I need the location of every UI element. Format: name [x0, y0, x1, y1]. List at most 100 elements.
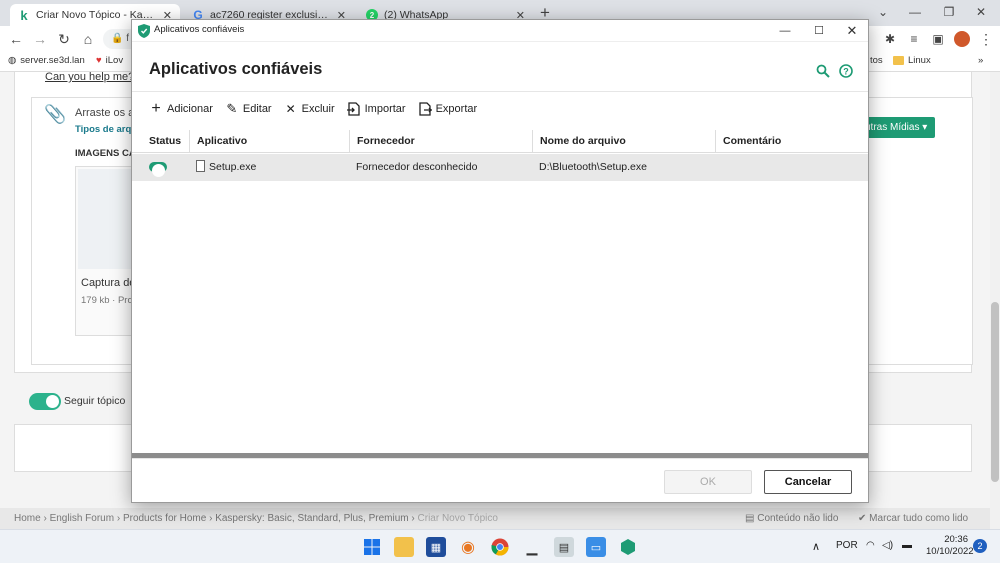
drop-hint: Arraste os a: [75, 107, 135, 119]
unread-icon: ▤: [745, 513, 755, 524]
address-bar[interactable]: 🔒 f: [103, 29, 133, 49]
dialog-minimize-button[interactable]: —: [768, 20, 802, 42]
import-button[interactable]: Importar: [346, 102, 406, 116]
breadcrumb-item[interactable]: English Forum: [50, 513, 114, 524]
reload-icon[interactable]: ↻: [54, 29, 74, 49]
check-icon: ✔: [858, 513, 867, 524]
add-button[interactable]: + Adicionar: [149, 100, 213, 117]
cancel-button[interactable]: Cancelar: [764, 470, 852, 494]
wifi-icon[interactable]: ◠: [866, 540, 875, 551]
shield-icon: [138, 24, 150, 38]
scrollbar-thumb[interactable]: [991, 302, 999, 482]
dialog-footer: OK Cancelar: [132, 458, 868, 503]
paperclip-icon: 📎: [44, 104, 67, 124]
bookmark-item[interactable]: Linux: [893, 55, 931, 66]
remote-desktop-icon[interactable]: ▭: [586, 537, 606, 557]
breadcrumb-item[interactable]: Products for Home: [123, 513, 206, 524]
bookmark-label: iLov: [105, 55, 124, 66]
export-button[interactable]: Exportar: [418, 102, 478, 116]
bookmark-label: Linux: [908, 55, 931, 66]
column-header-application[interactable]: Aplicativo: [189, 130, 349, 153]
taskbar: ▦ ◉ ▁ ▤ ▭ ∧ POR ◠ ◁) ▬ 20:36 10/10/2022 …: [0, 529, 1000, 563]
pencil-icon: ✎: [226, 101, 238, 116]
dialog-header: Aplicativos confiáveis ?: [132, 42, 868, 92]
side-panel-icon[interactable]: ▣: [928, 29, 948, 49]
edit-button[interactable]: ✎ Editar: [225, 101, 271, 116]
windows-start-icon[interactable]: [362, 537, 382, 557]
chrome-icon[interactable]: [490, 537, 510, 557]
kaspersky-k-icon: k: [20, 7, 28, 23]
search-icon[interactable]: [816, 64, 830, 78]
add-label: Adicionar: [167, 103, 213, 115]
home-icon[interactable]: ⌂: [78, 29, 98, 49]
application-cell: Setup.exe: [196, 154, 256, 181]
images-label: IMAGENS CAI: [75, 148, 139, 159]
bookmark-item[interactable]: ♥ iLov: [96, 55, 123, 66]
avatar[interactable]: [952, 29, 972, 52]
trusted-apps-dialog: Aplicativos confiáveis — ☐ ✕ Aplicativos…: [131, 19, 869, 503]
unread-label: Conteúdo não lido: [757, 513, 839, 524]
settings-app-icon[interactable]: ▤: [554, 537, 574, 557]
input-language[interactable]: POR: [836, 540, 858, 551]
forward-arrow-icon[interactable]: →: [30, 29, 50, 49]
table-header: Status Aplicativo Fornecedor Nome do arq…: [132, 130, 868, 153]
window-close-button[interactable]: ✕: [966, 2, 996, 22]
volume-icon[interactable]: ◁): [882, 540, 893, 551]
status-toggle[interactable]: [149, 159, 167, 177]
column-header-status[interactable]: Status: [132, 130, 189, 153]
tray-chevron-icon[interactable]: ∧: [812, 540, 820, 553]
notification-badge[interactable]: 2: [973, 539, 987, 553]
dialog-close-button[interactable]: ✕: [835, 20, 869, 42]
battery-icon[interactable]: ▬: [902, 540, 912, 551]
attachment-thumbnail[interactable]: Captura de 179 kb · Pro: [75, 166, 135, 336]
dialog-toolbar: + Adicionar ✎ Editar ✕ Excluir Importar …: [132, 92, 868, 126]
folder-icon: [893, 56, 904, 65]
clock-time: 20:36: [944, 534, 968, 545]
back-arrow-icon[interactable]: ←: [6, 29, 26, 49]
import-icon: [346, 102, 360, 116]
svg-text:?: ?: [843, 67, 849, 77]
column-header-comment[interactable]: Comentário: [715, 130, 868, 153]
clock-date: 10/10/2022: [926, 546, 974, 557]
follow-topic-label: Seguir tópico: [64, 395, 126, 407]
minimize-button[interactable]: —: [900, 2, 930, 22]
media-queue-icon[interactable]: ≡: [904, 29, 924, 49]
plus-icon: +: [151, 100, 161, 117]
bookmark-item[interactable]: ◍ server.se3d.lan: [8, 55, 85, 66]
column-header-filename[interactable]: Nome do arquivo: [532, 130, 715, 153]
attachment-size: 179 kb · Pro: [81, 295, 133, 306]
help-icon[interactable]: ?: [839, 64, 853, 78]
toggle-switch[interactable]: [149, 162, 167, 177]
dialog-titlebar: Aplicativos confiáveis — ☐ ✕: [132, 20, 868, 42]
mark-read-link[interactable]: ✔ Marcar tudo como lido: [858, 513, 968, 524]
table-row[interactable]: Setup.exe Fornecedor desconhecido D:\Blu…: [132, 154, 868, 181]
clock[interactable]: 20:36 10/10/2022: [926, 534, 974, 558]
export-label: Exportar: [435, 103, 478, 115]
follow-topic-toggle[interactable]: [29, 393, 61, 410]
dialog-maximize-button[interactable]: ☐: [802, 20, 836, 42]
breadcrumb-item[interactable]: Kaspersky: Basic, Standard, Plus, Premiu…: [215, 513, 408, 524]
delete-button[interactable]: ✕ Excluir: [284, 102, 335, 116]
bookmark-item[interactable]: tos: [870, 55, 883, 66]
column-header-vendor[interactable]: Fornecedor: [349, 130, 532, 153]
store-icon[interactable]: ▦: [426, 537, 446, 557]
file-types-link[interactable]: Tipos de arq: [75, 124, 131, 135]
blender-icon[interactable]: ◉: [458, 537, 478, 557]
breadcrumb-item[interactable]: Criar Novo Tópico: [418, 513, 498, 524]
restore-button[interactable]: ❐: [934, 2, 964, 22]
page-scrollbar[interactable]: [990, 72, 1000, 529]
file-explorer-icon[interactable]: [394, 537, 414, 557]
vendor-cell: Fornecedor desconhecido: [356, 161, 478, 173]
unread-link[interactable]: ▤ Conteúdo não lido: [745, 513, 838, 524]
kaspersky-icon[interactable]: [618, 537, 638, 557]
more-bookmarks-button[interactable]: »: [978, 55, 983, 66]
globe-icon: ◍: [8, 55, 17, 66]
app-icon[interactable]: ▁: [522, 537, 542, 557]
extensions-icon[interactable]: ✱: [880, 29, 900, 49]
ok-button[interactable]: OK: [664, 470, 752, 494]
chevron-down-icon[interactable]: ⌄: [868, 2, 898, 22]
file-icon: [196, 160, 205, 172]
breadcrumb-item[interactable]: Home: [14, 513, 41, 524]
menu-kebab-icon[interactable]: ⋮: [976, 29, 996, 49]
delete-label: Excluir: [301, 103, 335, 115]
